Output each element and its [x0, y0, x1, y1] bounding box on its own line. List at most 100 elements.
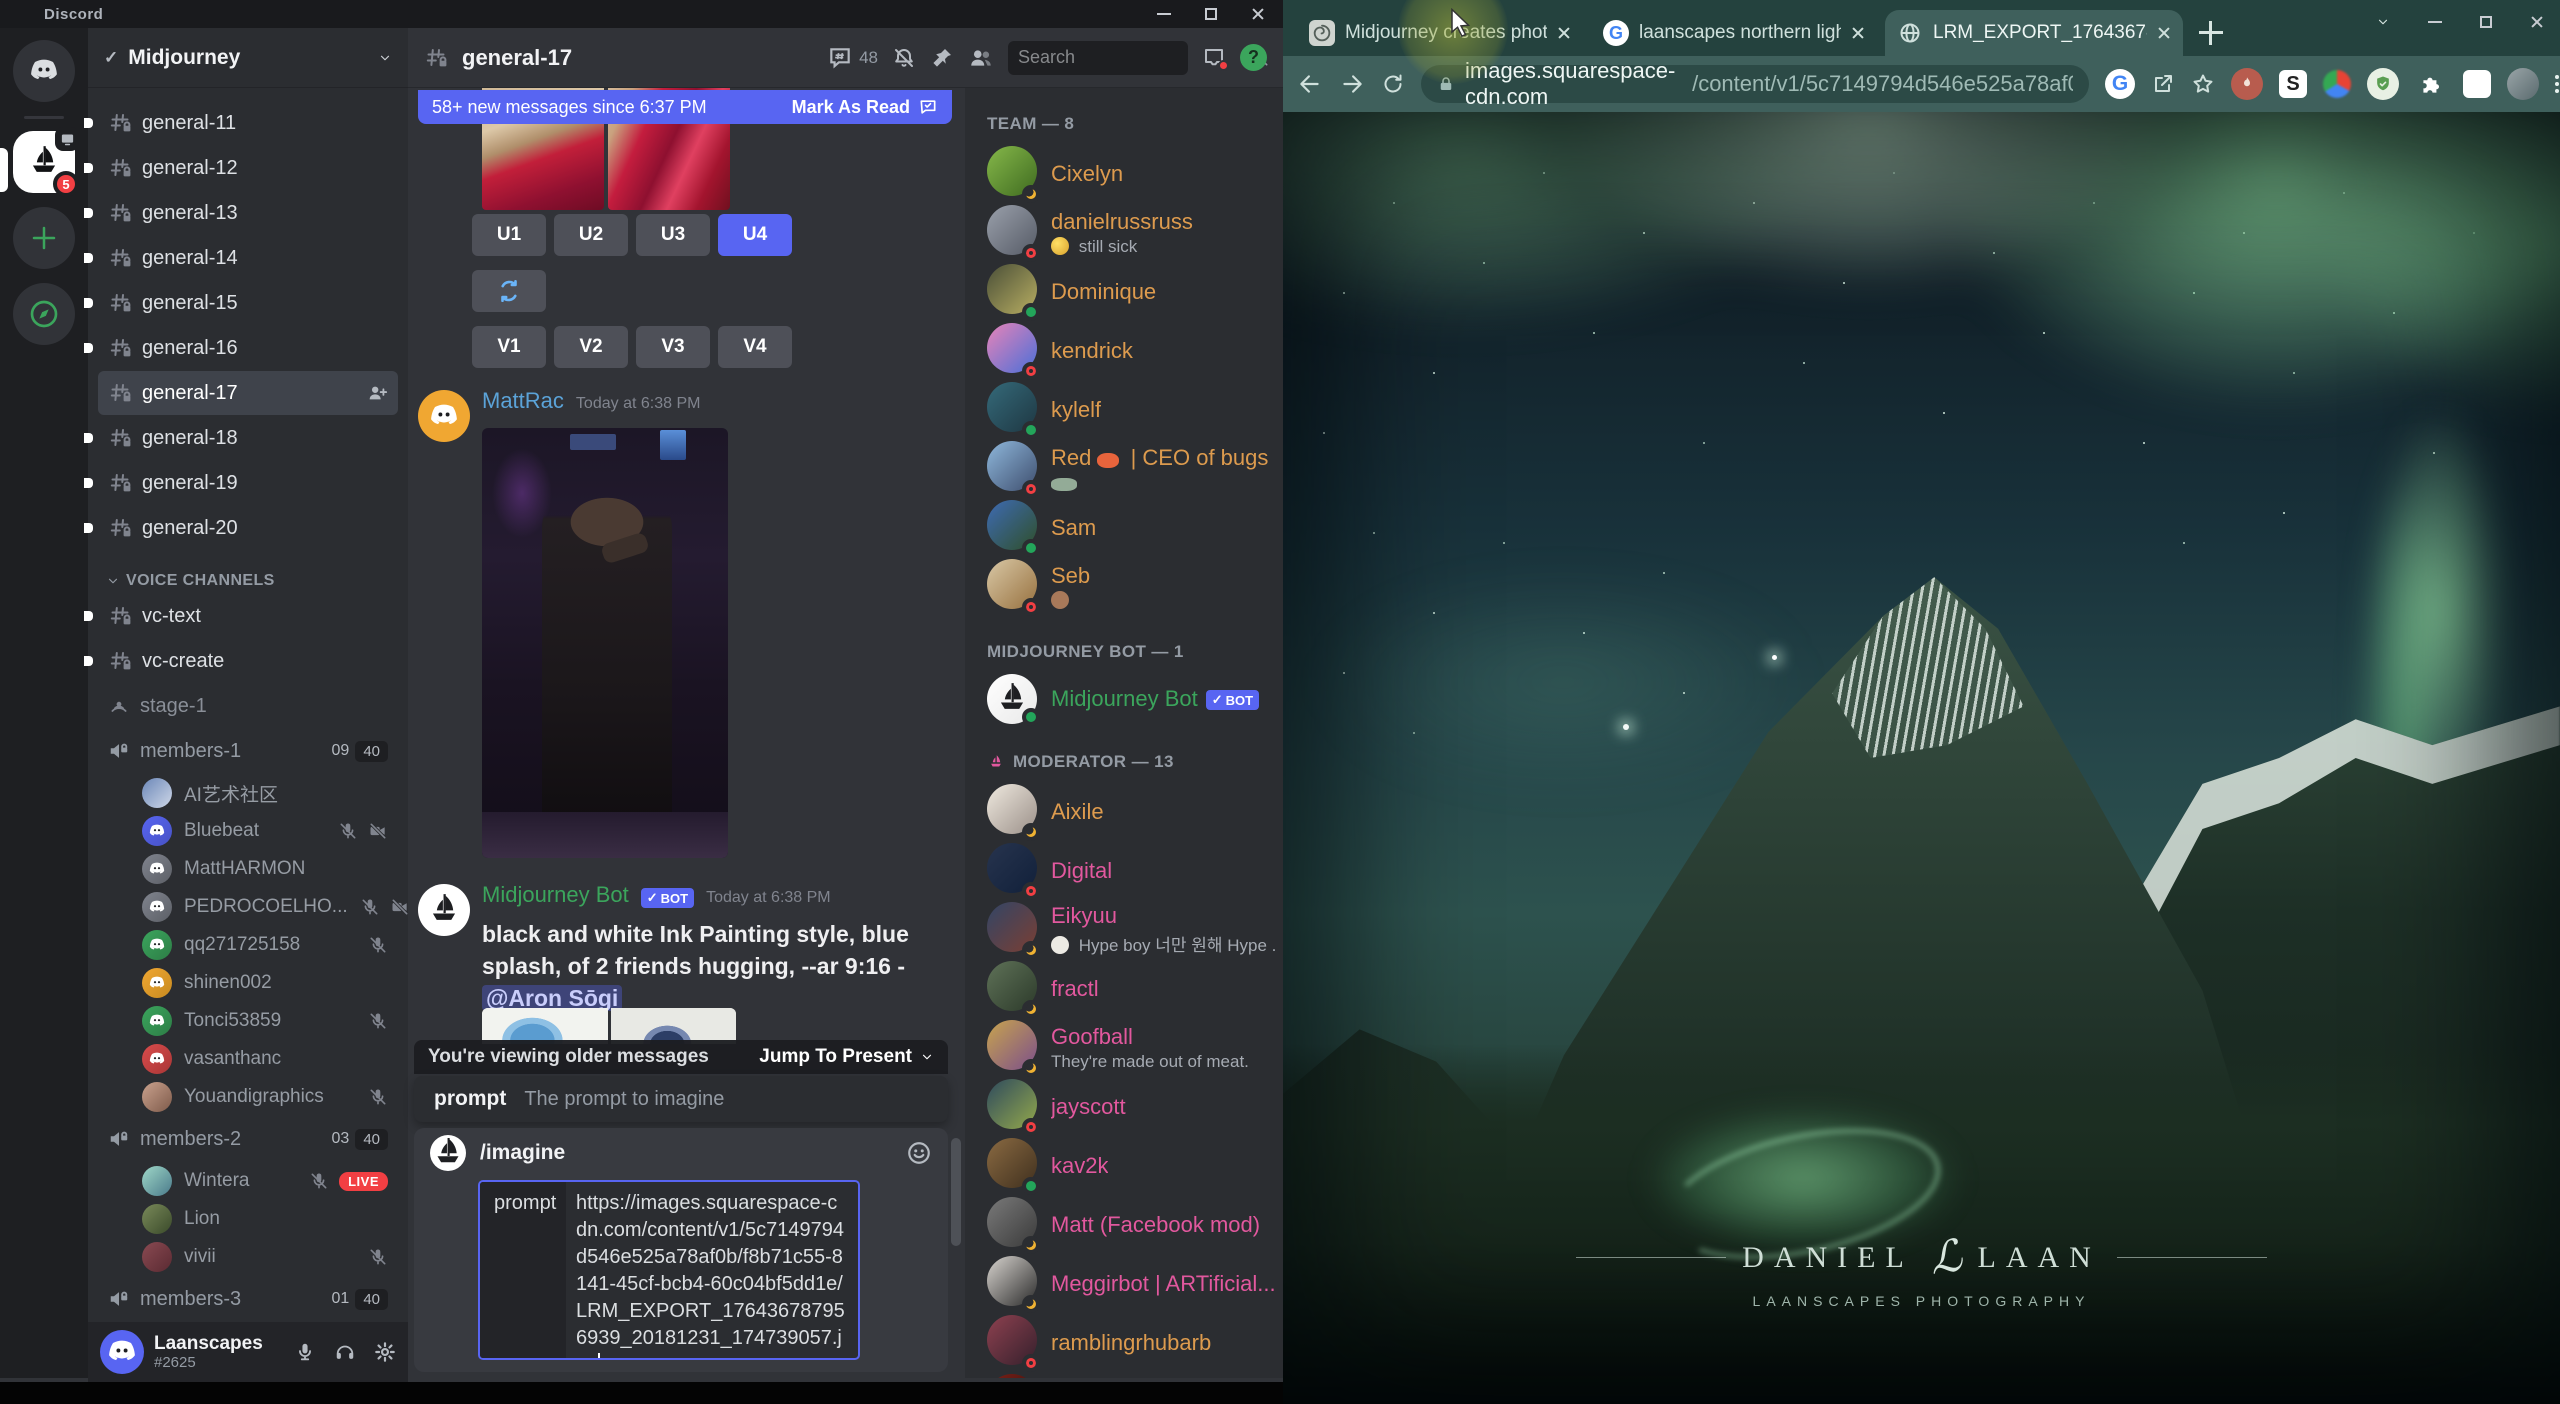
- help-icon[interactable]: ?: [1240, 44, 1267, 71]
- voice-user[interactable]: Bluebeat: [132, 812, 398, 850]
- sidebar-channel-general-13[interactable]: general-13: [84, 191, 398, 235]
- voice-user[interactable]: shinen002: [132, 964, 398, 1002]
- member-row[interactable]: Red | CEO of bugs ...: [987, 439, 1283, 498]
- sidebar-channel-general-18[interactable]: general-18: [84, 416, 398, 460]
- threads-icon[interactable]: 48: [827, 45, 878, 71]
- sidebar-channel-vc-create[interactable]: vc-create: [84, 639, 398, 683]
- tab-close-icon[interactable]: [1557, 26, 1571, 40]
- message-author[interactable]: MattRac: [482, 388, 564, 414]
- voice-user[interactable]: Tonci53859: [132, 1002, 398, 1040]
- sidebar-channel-general-17[interactable]: general-17: [98, 371, 398, 415]
- sidebar-channel-stage-1[interactable]: stage-1: [98, 684, 398, 728]
- voice-room-members-3[interactable]: members-3 01 40: [98, 1277, 398, 1321]
- member-row[interactable]: Aixile: [987, 782, 1283, 841]
- voice-user[interactable]: Youandigraphics: [132, 1078, 398, 1116]
- mark-as-read-button[interactable]: Mark As Read: [792, 97, 938, 118]
- browser-minimize-button[interactable]: [2428, 21, 2442, 23]
- avatar[interactable]: [418, 390, 470, 442]
- voice-room-members-1[interactable]: members-1 09 40: [98, 729, 398, 773]
- sidebar-channel-general-16[interactable]: general-16: [84, 326, 398, 370]
- member-row[interactable]: kav2k: [987, 1136, 1283, 1195]
- voice-user[interactable]: Wintera LIVE: [132, 1162, 398, 1200]
- member-row[interactable]: jayscott: [987, 1077, 1283, 1136]
- extension-shield-icon[interactable]: [2367, 68, 2399, 100]
- pin-icon[interactable]: [930, 46, 954, 70]
- member-row[interactable]: Red Man: [987, 1372, 1283, 1378]
- share-icon[interactable]: [2151, 72, 2175, 96]
- variation-button-v1[interactable]: V1: [472, 326, 546, 368]
- sidebar-channel-general-14[interactable]: general-14: [84, 236, 398, 280]
- inbox-icon[interactable]: [1202, 46, 1229, 71]
- sidebar-channel-general-11[interactable]: general-11: [84, 101, 398, 145]
- member-row[interactable]: Seb: [987, 557, 1283, 616]
- members-icon[interactable]: [968, 45, 994, 71]
- message-image[interactable]: [482, 428, 728, 858]
- voice-user[interactable]: AI艺术社区: [132, 774, 398, 812]
- member-row[interactable]: Eikyuu Hype boy 너만 원해 Hype ...: [987, 900, 1283, 959]
- extension-rgb-icon[interactable]: [2323, 70, 2351, 98]
- member-row[interactable]: Sam: [987, 498, 1283, 557]
- voice-channels-header[interactable]: VOICE CHANNELS: [98, 572, 398, 590]
- extensions-puzzle-icon[interactable]: [2415, 68, 2447, 100]
- member-row[interactable]: kylelf: [987, 380, 1283, 439]
- server-header[interactable]: ✓ Midjourney: [88, 28, 408, 88]
- member-row[interactable]: ramblingrhubarb: [987, 1313, 1283, 1372]
- home-button[interactable]: [13, 40, 75, 102]
- user-avatar[interactable]: [100, 1330, 144, 1374]
- sidebar-channel-general-19[interactable]: general-19: [84, 461, 398, 505]
- member-row[interactable]: Digital: [987, 841, 1283, 900]
- forward-icon[interactable]: [1339, 71, 1365, 97]
- new-tab-button[interactable]: [2196, 18, 2226, 48]
- browser-maximize-button[interactable]: [2480, 16, 2492, 28]
- voice-user[interactable]: Lion: [132, 1200, 398, 1238]
- chat-scrollbar[interactable]: [951, 1138, 961, 1246]
- prompt-input-value[interactable]: https://images.squarespace-cdn.com/conte…: [566, 1182, 858, 1358]
- explore-button[interactable]: [13, 283, 75, 345]
- tab-search-chevron-icon[interactable]: [2376, 15, 2390, 29]
- member-row[interactable]: Dominique: [987, 262, 1283, 321]
- sidebar-channel-general-12[interactable]: general-12: [84, 146, 398, 190]
- bookmark-star-icon[interactable]: [2191, 72, 2215, 96]
- extension-panel-icon[interactable]: [2463, 70, 2491, 98]
- bot-result-image[interactable]: [482, 1008, 736, 1044]
- maximize-button[interactable]: [1205, 8, 1217, 20]
- invite-member-icon[interactable]: [366, 382, 388, 404]
- voice-user[interactable]: MattHARMON: [132, 850, 398, 888]
- browser-tab-2[interactable]: Glaanscapes northern lights - Goo: [1591, 10, 1877, 56]
- prompt-field[interactable]: prompt https://images.squarespace-cdn.co…: [478, 1180, 860, 1360]
- headphones-icon[interactable]: [334, 1341, 356, 1363]
- voice-user[interactable]: PEDROCOELHO...: [132, 888, 408, 926]
- variation-button-v2[interactable]: V2: [554, 326, 628, 368]
- back-icon[interactable]: [1297, 71, 1323, 97]
- voice-room-members-2[interactable]: members-2 03 40: [98, 1117, 398, 1161]
- browser-menu-icon[interactable]: [2555, 75, 2559, 93]
- sidebar-channel-general-15[interactable]: general-15: [84, 281, 398, 325]
- upscale-button-u2[interactable]: U2: [554, 214, 628, 256]
- tab-close-icon[interactable]: [2157, 26, 2171, 40]
- minimize-button[interactable]: [1157, 13, 1171, 15]
- google-icon[interactable]: G: [2105, 69, 2135, 99]
- voice-user[interactable]: qq271725158: [132, 926, 398, 964]
- extension-s-icon[interactable]: S: [2279, 70, 2307, 98]
- voice-user[interactable]: vivii: [132, 1238, 398, 1276]
- member-row[interactable]: danielrussruss still sick: [987, 203, 1283, 262]
- member-row[interactable]: Midjourney Bot ✓ BOT: [987, 672, 1283, 726]
- browser-tab-3[interactable]: LRM_EXPORT_176436787956939: [1885, 10, 2183, 56]
- address-bar[interactable]: images.squarespace-cdn.com/content/v1/5c…: [1421, 58, 2089, 109]
- tab-close-icon[interactable]: [1851, 26, 1865, 40]
- sidebar-channel-vc-text[interactable]: vc-text: [84, 594, 398, 638]
- settings-gear-icon[interactable]: [374, 1341, 396, 1363]
- sidebar-channel-general-20[interactable]: general-20: [84, 506, 398, 550]
- add-server-button[interactable]: [13, 207, 75, 269]
- slash-autocomplete[interactable]: prompt The prompt to imagine: [414, 1076, 948, 1122]
- extension-campfire-icon[interactable]: [2231, 68, 2263, 100]
- member-row[interactable]: fractl: [987, 959, 1283, 1018]
- reload-icon[interactable]: [1381, 72, 1405, 96]
- midjourney-bot-avatar[interactable]: [418, 884, 470, 936]
- member-row[interactable]: Cixelyn: [987, 144, 1283, 203]
- variation-button-v4[interactable]: V4: [718, 326, 792, 368]
- server-icon-laanscapes[interactable]: 5: [13, 127, 79, 197]
- member-row[interactable]: Goofball They're made out of meat.: [987, 1018, 1283, 1077]
- aurora-photo[interactable]: DANIEL ℒ LAAN LAANSCAPES PHOTOGRAPHY: [1283, 112, 2560, 1404]
- emoji-picker-icon[interactable]: [906, 1140, 932, 1166]
